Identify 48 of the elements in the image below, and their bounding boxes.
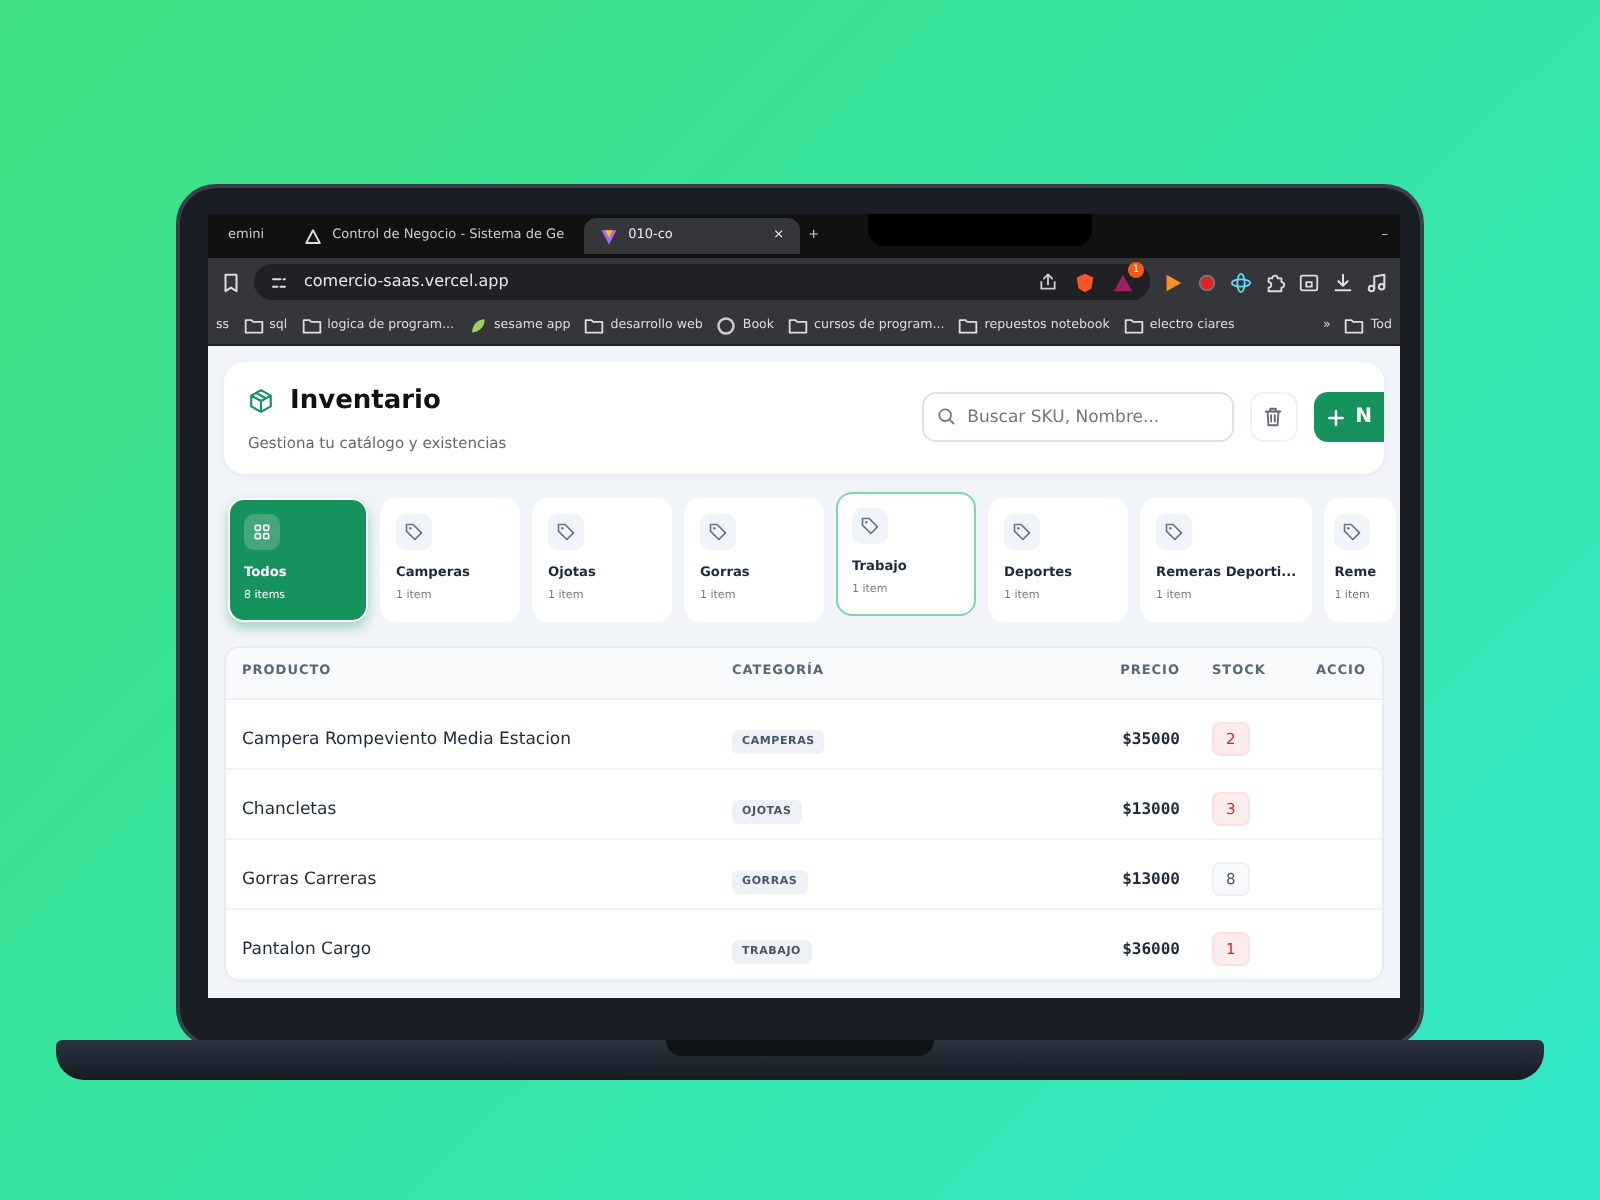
price-text: $13000 bbox=[1122, 869, 1180, 888]
site-settings-icon bbox=[270, 273, 288, 291]
folder-icon bbox=[788, 315, 809, 335]
bookmark-icon[interactable] bbox=[220, 271, 242, 293]
circle-icon bbox=[716, 315, 737, 335]
page-title: Inventario bbox=[290, 384, 441, 420]
share-icon[interactable] bbox=[1038, 272, 1058, 292]
puzzle-icon[interactable] bbox=[1264, 271, 1286, 293]
tag-icon bbox=[860, 515, 880, 536]
delete-button[interactable] bbox=[1249, 392, 1298, 443]
folder-icon bbox=[301, 315, 322, 335]
price-text: $35000 bbox=[1122, 729, 1180, 748]
tag-icon bbox=[556, 521, 576, 542]
grid-icon bbox=[252, 521, 272, 542]
product-name: Pantalon Cargo bbox=[242, 939, 372, 960]
tag-icon bbox=[708, 521, 728, 542]
triangle-icon bbox=[304, 227, 323, 245]
tag-icon bbox=[1164, 521, 1184, 542]
search-icon bbox=[935, 406, 956, 427]
play-icon[interactable] bbox=[1162, 271, 1184, 293]
product-name: Chancletas bbox=[242, 799, 337, 820]
folder-icon bbox=[1344, 315, 1365, 335]
price-text: $13000 bbox=[1122, 799, 1180, 818]
folder-icon bbox=[1123, 315, 1144, 335]
folder-icon bbox=[584, 315, 605, 335]
leaf-icon bbox=[468, 315, 489, 335]
search-field[interactable]: Buscar SKU, Nombre... bbox=[921, 392, 1234, 443]
triangle-logo-icon bbox=[600, 227, 619, 245]
triangle-icon[interactable] bbox=[1112, 271, 1134, 293]
record-icon[interactable] bbox=[1196, 271, 1218, 293]
plus-icon bbox=[1325, 407, 1346, 428]
download-icon[interactable] bbox=[1332, 271, 1354, 293]
folder-icon bbox=[243, 315, 264, 335]
url-text: comercio-saas.vercel.app bbox=[304, 270, 509, 294]
tag-icon bbox=[404, 521, 424, 542]
tag-icon bbox=[1012, 521, 1032, 542]
sidebar-icon[interactable] bbox=[1298, 271, 1320, 293]
product-name: Campera Rompeviento Media Estacion bbox=[242, 729, 572, 750]
price-text: $36000 bbox=[1122, 939, 1180, 958]
tag-icon bbox=[1342, 521, 1363, 542]
box-icon bbox=[248, 388, 274, 415]
atom-icon[interactable] bbox=[1230, 271, 1252, 293]
shield-icon[interactable] bbox=[1074, 271, 1096, 293]
product-name: Gorras Carreras bbox=[242, 869, 377, 890]
new-item-button[interactable]: N bbox=[1313, 392, 1384, 443]
music-icon[interactable] bbox=[1366, 271, 1388, 293]
trash-icon bbox=[1262, 406, 1285, 429]
folder-icon bbox=[958, 315, 979, 335]
